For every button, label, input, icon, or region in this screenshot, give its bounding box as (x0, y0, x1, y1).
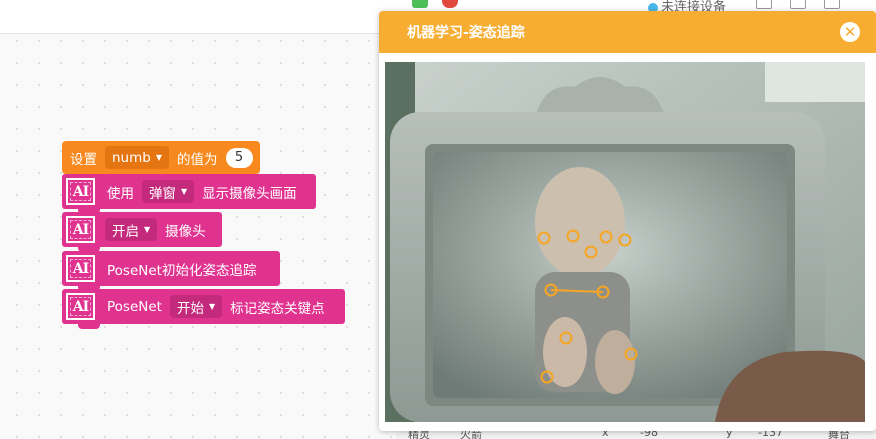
mark-keypoints-label: 标记姿态关键点 (230, 300, 325, 317)
mark-action-dropdown[interactable]: 开始 ▼ (169, 295, 223, 318)
close-button[interactable]: ✕ (840, 22, 860, 42)
use-label: 使用 (107, 185, 134, 202)
chevron-down-icon: ▼ (181, 187, 188, 196)
ai-icon: AI (66, 216, 95, 243)
chevron-down-icon: ▼ (208, 302, 216, 311)
variable-name: numb (112, 149, 151, 166)
modal-header: 机器学习-姿态追踪 (379, 11, 876, 53)
set-variable-block[interactable]: 设置 numb ▼ 的值为 5 (62, 141, 260, 179)
posenet-init-block[interactable]: AI PoseNet初始化姿态追踪 (62, 251, 280, 291)
camera-state-value: 开启 (112, 223, 139, 240)
ai-icon: AI (66, 293, 95, 320)
show-camera-block[interactable]: AI 使用 弹窗 ▼ 显示摄像头画面 (62, 174, 316, 214)
modal-title: 机器学习-姿态追踪 (407, 25, 525, 41)
ai-icon: AI (66, 178, 95, 205)
variable-dropdown[interactable]: numb ▼ (105, 146, 169, 169)
display-mode-dropdown[interactable]: 弹窗 ▼ (142, 180, 195, 203)
camera-feed (385, 62, 865, 422)
camera-image (385, 62, 865, 422)
green-flag-icon[interactable] (412, 0, 428, 8)
pose-tracking-modal: 机器学习-姿态追踪 ✕ (379, 11, 876, 431)
camera-label: 摄像头 (165, 223, 206, 240)
posenet-init-label: PoseNet初始化姿态追踪 (107, 262, 257, 279)
fullscreen-icon[interactable] (824, 0, 840, 9)
value-input[interactable]: 5 (225, 147, 253, 168)
chevron-down-icon: ▼ (144, 225, 151, 234)
show-camera-label: 显示摄像头画面 (202, 185, 297, 202)
block-notch (78, 323, 100, 329)
posenet-label: PoseNet (107, 298, 162, 315)
close-icon: ✕ (843, 22, 857, 41)
display-mode-value: 弹窗 (149, 185, 176, 202)
ai-icon: AI (66, 255, 95, 282)
value-label: 的值为 (177, 151, 218, 168)
mark-action-value: 开始 (176, 300, 204, 317)
camera-toggle-block[interactable]: AI 开启 ▼ 摄像头 (62, 212, 222, 252)
large-stage-icon[interactable] (790, 0, 806, 9)
small-stage-icon[interactable] (756, 0, 772, 9)
chevron-down-icon: ▼ (155, 153, 162, 162)
set-label: 设置 (70, 151, 97, 168)
camera-state-dropdown[interactable]: 开启 ▼ (105, 218, 158, 241)
posenet-mark-block[interactable]: AI PoseNet 开始 ▼ 标记姿态关键点 (62, 289, 345, 329)
stop-icon[interactable] (442, 0, 458, 8)
